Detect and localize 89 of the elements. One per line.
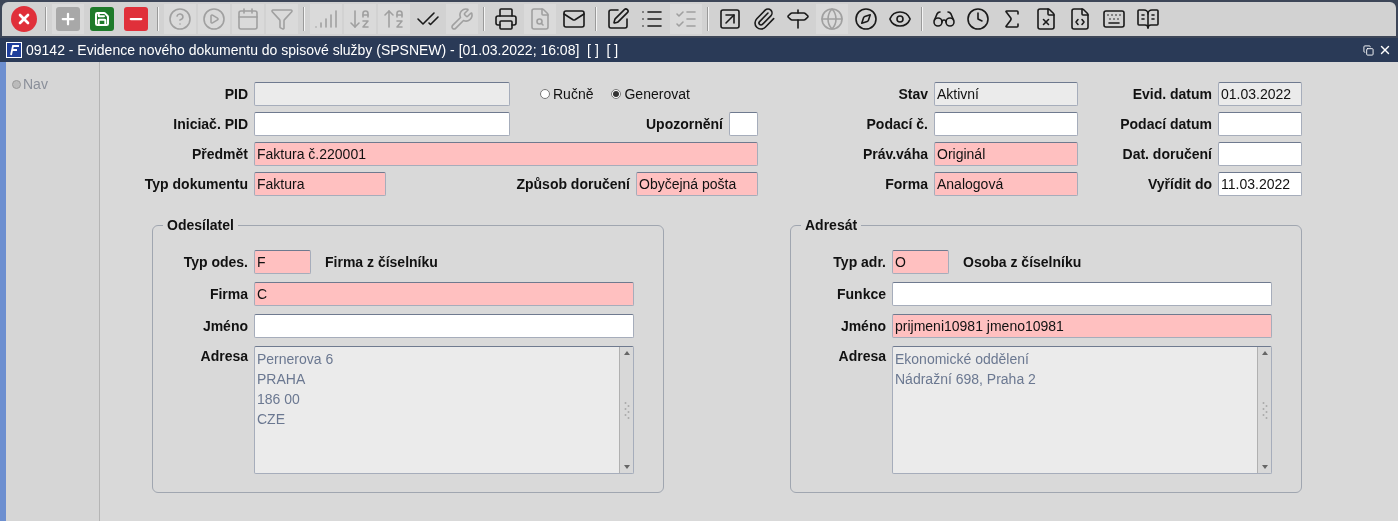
code-file-icon xyxy=(1068,7,1092,31)
add-icon xyxy=(56,7,80,31)
mail-icon xyxy=(562,7,586,31)
text-field[interactable]: Faktura xyxy=(254,172,386,196)
field-label: Typ odes. xyxy=(182,252,248,272)
restore-button[interactable] xyxy=(1363,44,1374,56)
text-field[interactable]: C xyxy=(254,282,634,306)
signal-bars-icon xyxy=(314,7,338,31)
field-label: Firma xyxy=(208,284,248,304)
text-field[interactable] xyxy=(254,112,510,136)
text-field[interactable]: Obyčejná pošta xyxy=(636,172,758,196)
text-field[interactable]: Faktura č.220001 xyxy=(254,142,758,166)
field-label: Způsob doručení xyxy=(516,174,630,194)
group-title: Odesílatel xyxy=(166,216,235,235)
calendar-icon xyxy=(236,7,260,31)
wrench-icon xyxy=(450,7,474,31)
type-description: Osoba z číselníku xyxy=(963,252,1082,272)
text-field[interactable] xyxy=(729,112,758,136)
field-label: PID xyxy=(223,84,248,104)
text-field[interactable]: 11.03.2022 xyxy=(1218,172,1302,196)
field-label: Typ dokumentu xyxy=(143,174,248,194)
field-label: Podací č. xyxy=(865,114,928,134)
field-label: Jméno xyxy=(201,316,248,336)
document-search-icon xyxy=(528,7,552,31)
text-field[interactable]: Analogová xyxy=(934,172,1078,196)
text-field[interactable]: 01.03.2022 xyxy=(1218,82,1302,106)
sort-descending-icon xyxy=(348,7,372,31)
help-icon xyxy=(168,7,192,31)
code-field[interactable]: F xyxy=(254,250,311,274)
type-description: Firma z číselníku xyxy=(325,252,438,272)
text-field[interactable] xyxy=(1218,142,1302,166)
keyboard-icon xyxy=(1102,7,1126,31)
compass-icon xyxy=(854,7,878,31)
field-label: Podací datum xyxy=(1119,114,1212,134)
text-field[interactable]: prijmeni10981 jmeno10981 xyxy=(892,314,1272,338)
radio-option[interactable]: Generovat xyxy=(611,83,690,105)
scrollbar[interactable] xyxy=(619,347,633,473)
field-label: Jméno xyxy=(839,316,886,336)
field-label: Forma xyxy=(884,174,928,194)
scroll-grip-icon xyxy=(623,401,630,419)
text-field[interactable] xyxy=(1218,112,1302,136)
scroll-grip-icon xyxy=(1261,401,1268,419)
signpost-icon xyxy=(786,7,810,31)
field-label: Upozornění xyxy=(646,114,723,134)
text-field[interactable]: Aktivní xyxy=(934,82,1078,106)
spreadsheet-file-icon xyxy=(1034,7,1058,31)
address-line: 186 00 xyxy=(257,390,301,409)
field-label: Adresa xyxy=(199,347,248,366)
radio-option[interactable]: Ručně xyxy=(540,83,594,105)
field-label: Vyřídit do xyxy=(1146,174,1212,194)
play-icon xyxy=(202,7,226,31)
printer-icon xyxy=(494,7,518,31)
field-label: Předmět xyxy=(190,144,248,164)
external-link-icon xyxy=(718,7,742,31)
globe-icon xyxy=(820,7,844,31)
group-title: Adresát xyxy=(804,216,859,235)
text-field[interactable] xyxy=(934,112,1078,136)
address-line: Nádražní 698, Praha 2 xyxy=(895,370,1037,389)
field-label: Práv.váha xyxy=(861,144,928,164)
paperclip-icon xyxy=(752,7,776,31)
save-icon xyxy=(90,7,114,31)
text-field[interactable] xyxy=(254,314,634,338)
address-line: PRAHA xyxy=(257,370,307,389)
field-label: Stav xyxy=(897,84,928,104)
field-label: Typ adr. xyxy=(832,252,886,272)
window-title: 09142 - Evidence nového dokumentu do spisové služby (SPSNEW) - [01.03.2022; 16:08] [ ] [ ] xyxy=(26,40,619,60)
sort-ascending-icon xyxy=(382,7,406,31)
address-line: CZE xyxy=(257,410,286,429)
code-field[interactable]: O xyxy=(892,250,949,274)
filter-icon xyxy=(270,7,294,31)
address-textarea[interactable]: Ekonomické oddělení Nádražní 698, Praha 2 xyxy=(892,346,1272,474)
scrollbar[interactable] xyxy=(1257,347,1271,473)
reader-icon xyxy=(1136,7,1160,31)
close-button[interactable] xyxy=(1378,43,1392,57)
address-line: Ekonomické oddělení xyxy=(895,350,1030,369)
text-field[interactable]: Originál xyxy=(934,142,1078,166)
field-label: Adresa xyxy=(837,347,886,366)
app-logo-icon xyxy=(6,42,22,58)
edit-icon xyxy=(606,7,630,31)
field-label: Evid. datum xyxy=(1131,84,1212,104)
clock-icon xyxy=(966,7,990,31)
address-textarea[interactable]: Pernerova 6 PRAHA 186 00 CZE xyxy=(254,346,634,474)
remove-icon xyxy=(124,7,148,31)
field-label: Dat. doručení xyxy=(1121,144,1212,164)
field-label: Funkce xyxy=(836,284,886,304)
address-line: Pernerova 6 xyxy=(257,350,335,369)
text-field[interactable] xyxy=(254,82,510,106)
text-field[interactable] xyxy=(892,282,1272,306)
field-label: Iniciač. PID xyxy=(172,114,248,134)
